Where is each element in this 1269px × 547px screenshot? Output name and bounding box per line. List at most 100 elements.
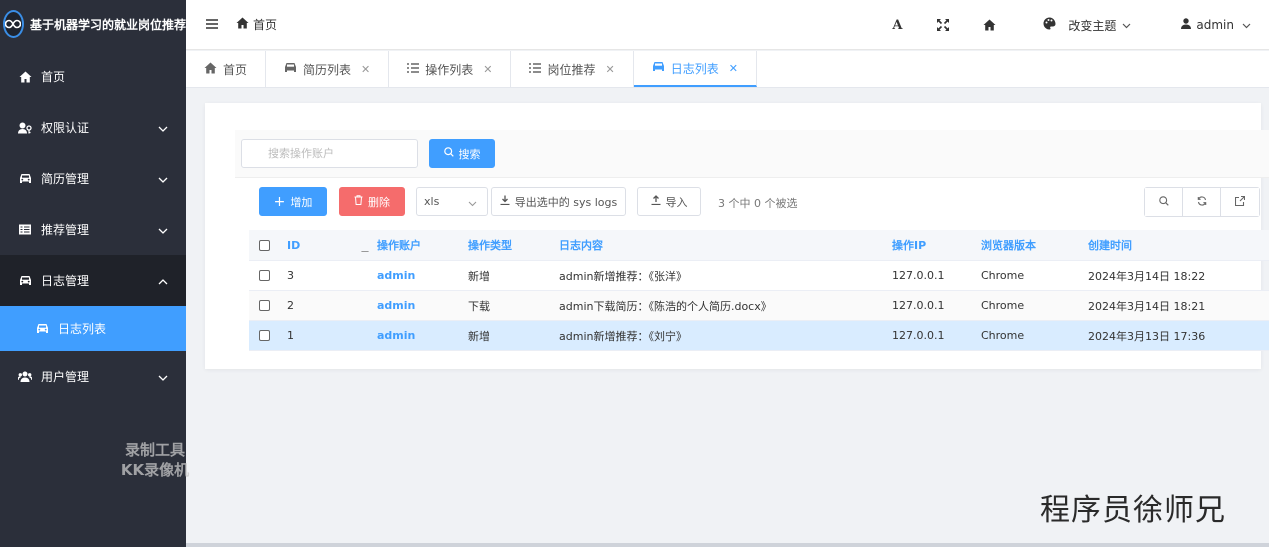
top-header: 首页 A 改变主题 admin (186, 0, 1269, 50)
row-checkbox[interactable] (259, 270, 270, 281)
recorder-watermark-line2: KK录像机 (120, 461, 190, 479)
tab-label: 首页 (223, 62, 248, 77)
search-toggle-button[interactable] (1145, 188, 1183, 216)
cell-time: 2024年3月13日 17:36 (1088, 329, 1206, 343)
table-row[interactable]: 2 admin 下载 admin下载简历：《陈浩的个人简历.docx》 127.… (249, 291, 1269, 321)
chevron-down-icon (158, 121, 168, 135)
sidebar-item-recommend[interactable]: 推荐管理 (0, 204, 186, 255)
cell-account-link[interactable]: admin (377, 329, 468, 342)
fullscreen-icon[interactable] (933, 19, 953, 31)
sidebar-item-label: 日志管理 (41, 274, 90, 288)
import-button-label: 导入 (665, 195, 688, 209)
sidebar-item-logs[interactable]: 日志管理 (0, 255, 186, 306)
add-button[interactable]: + 增加 (259, 187, 327, 216)
cell-type: 新增 (468, 269, 490, 283)
cell-account-link[interactable]: admin (377, 299, 468, 312)
close-icon[interactable]: ✕ (729, 62, 738, 75)
author-watermark: 程序员徐师兄 (1040, 493, 1226, 528)
user-name: admin (1196, 18, 1234, 32)
delete-button-label: 删除 (368, 195, 390, 209)
table-header: ID 操作账户 操作类型 日志内容 操作IP 浏览器版本 创建时间 (249, 230, 1269, 261)
sidebar-item-users[interactable]: 用户管理 (0, 351, 186, 402)
select-all-checkbox[interactable] (259, 239, 270, 251)
cell-browser: Chrome (981, 269, 1025, 282)
user-menu[interactable]: admin (1181, 18, 1251, 32)
table-row[interactable]: 3 admin 新增 admin新增推荐：《张洋》 127.0.0.1 Chro… (249, 261, 1269, 291)
column-header-label: ID (287, 238, 301, 252)
font-size-icon[interactable]: A (887, 18, 907, 33)
column-header-id[interactable]: ID (279, 239, 377, 252)
export-button[interactable]: 导出选中的 sys logs (491, 187, 626, 216)
refresh-button[interactable] (1183, 188, 1221, 216)
brand: 基于机器学习的就业岗位推荐 (0, 0, 186, 48)
sidebar-item-home[interactable]: 首页 (0, 51, 186, 102)
close-icon[interactable]: ✕ (483, 63, 492, 76)
home-icon[interactable] (979, 19, 999, 31)
search-button[interactable]: 搜索 (429, 139, 495, 168)
theme-switcher[interactable]: 改变主题 (1043, 17, 1131, 34)
chevron-down-icon (1122, 18, 1131, 32)
cell-browser: Chrome (981, 329, 1025, 342)
sidebar-item-label: 推荐管理 (41, 223, 90, 237)
column-header-content[interactable]: 日志内容 (559, 237, 892, 253)
chevron-down-icon (158, 223, 168, 237)
tab-log-list[interactable]: 日志列表 ✕ (633, 51, 757, 87)
theme-label: 改变主题 (1068, 18, 1117, 33)
delete-button[interactable]: 删除 (339, 187, 405, 216)
column-header-time[interactable]: 创建时间 (1088, 237, 1248, 253)
home-icon (18, 71, 32, 83)
row-checkbox-cell (249, 270, 279, 281)
cell-account-link[interactable]: admin (377, 269, 468, 282)
chevron-down-icon (1242, 18, 1251, 32)
sort-caret-icon[interactable] (361, 246, 369, 252)
export-button-label: 导出选中的 sys logs (514, 195, 618, 209)
app-title: 基于机器学习的就业岗位推荐 (29, 17, 186, 32)
tab-operation-list[interactable]: 操作列表 ✕ (389, 51, 512, 87)
tab-label: 日志列表 (670, 61, 719, 76)
car-icon (36, 323, 49, 334)
tab-job-recommend[interactable]: 岗位推荐 ✕ (511, 51, 634, 87)
list-icon (529, 62, 542, 76)
menu-toggle-icon[interactable] (206, 17, 218, 33)
home-icon (204, 62, 217, 77)
sidebar-subitem-log-list[interactable]: 日志列表 (0, 306, 186, 351)
cell-ip: 127.0.0.1 (892, 269, 945, 282)
selection-info: 3 个中 0 个被选 (718, 197, 798, 210)
column-header-browser[interactable]: 浏览器版本 (981, 237, 1088, 253)
trash-icon (354, 195, 363, 208)
export-view-button[interactable] (1221, 188, 1259, 216)
plus-icon: + (273, 193, 286, 210)
sidebar: 基于机器学习的就业岗位推荐 首页 权限认证 简历管理 推荐管理 日志管理 日志列… (0, 0, 189, 547)
row-checkbox[interactable] (259, 300, 270, 311)
tab-resume-list[interactable]: 简历列表 ✕ (266, 51, 390, 87)
close-icon[interactable]: ✕ (361, 63, 370, 76)
table-row[interactable]: 1 admin 新增 admin新增推荐：《刘宁》 127.0.0.1 Chro… (249, 321, 1269, 351)
palette-icon (1043, 17, 1056, 33)
home-icon (236, 17, 249, 32)
cell-ip: 127.0.0.1 (892, 299, 945, 312)
add-button-label: 增加 (290, 195, 313, 209)
chevron-down-icon (158, 370, 168, 384)
download-icon (500, 195, 510, 208)
column-header-type[interactable]: 操作类型 (468, 237, 559, 253)
breadcrumb[interactable]: 首页 (236, 16, 277, 33)
column-header-account[interactable]: 操作账户 (377, 237, 468, 253)
bottom-scrollbar[interactable] (186, 543, 1269, 547)
column-header-ip[interactable]: 操作IP (892, 237, 981, 253)
import-button[interactable]: 导入 (637, 187, 701, 216)
cell-ip: 127.0.0.1 (892, 329, 945, 342)
search-input[interactable] (241, 139, 418, 168)
close-icon[interactable]: ✕ (606, 63, 615, 76)
tab-bar: 首页 简历列表 ✕ 操作列表 ✕ 岗位推荐 ✕ 日志列表 ✕ (186, 51, 1269, 88)
sidebar-item-auth[interactable]: 权限认证 (0, 102, 186, 153)
cell-type: 下载 (468, 299, 490, 313)
car-icon (652, 61, 665, 75)
row-checkbox[interactable] (259, 330, 270, 341)
recorder-watermark: 录制工具 KK录像机 (108, 440, 202, 480)
cell-content: admin新增推荐：《刘宁》 (559, 329, 687, 343)
sidebar-item-label: 用户管理 (41, 370, 90, 384)
export-format-select[interactable]: xls (416, 187, 488, 216)
user-icon (1181, 18, 1192, 32)
tab-home[interactable]: 首页 (186, 51, 267, 87)
sidebar-item-resume[interactable]: 简历管理 (0, 153, 186, 204)
